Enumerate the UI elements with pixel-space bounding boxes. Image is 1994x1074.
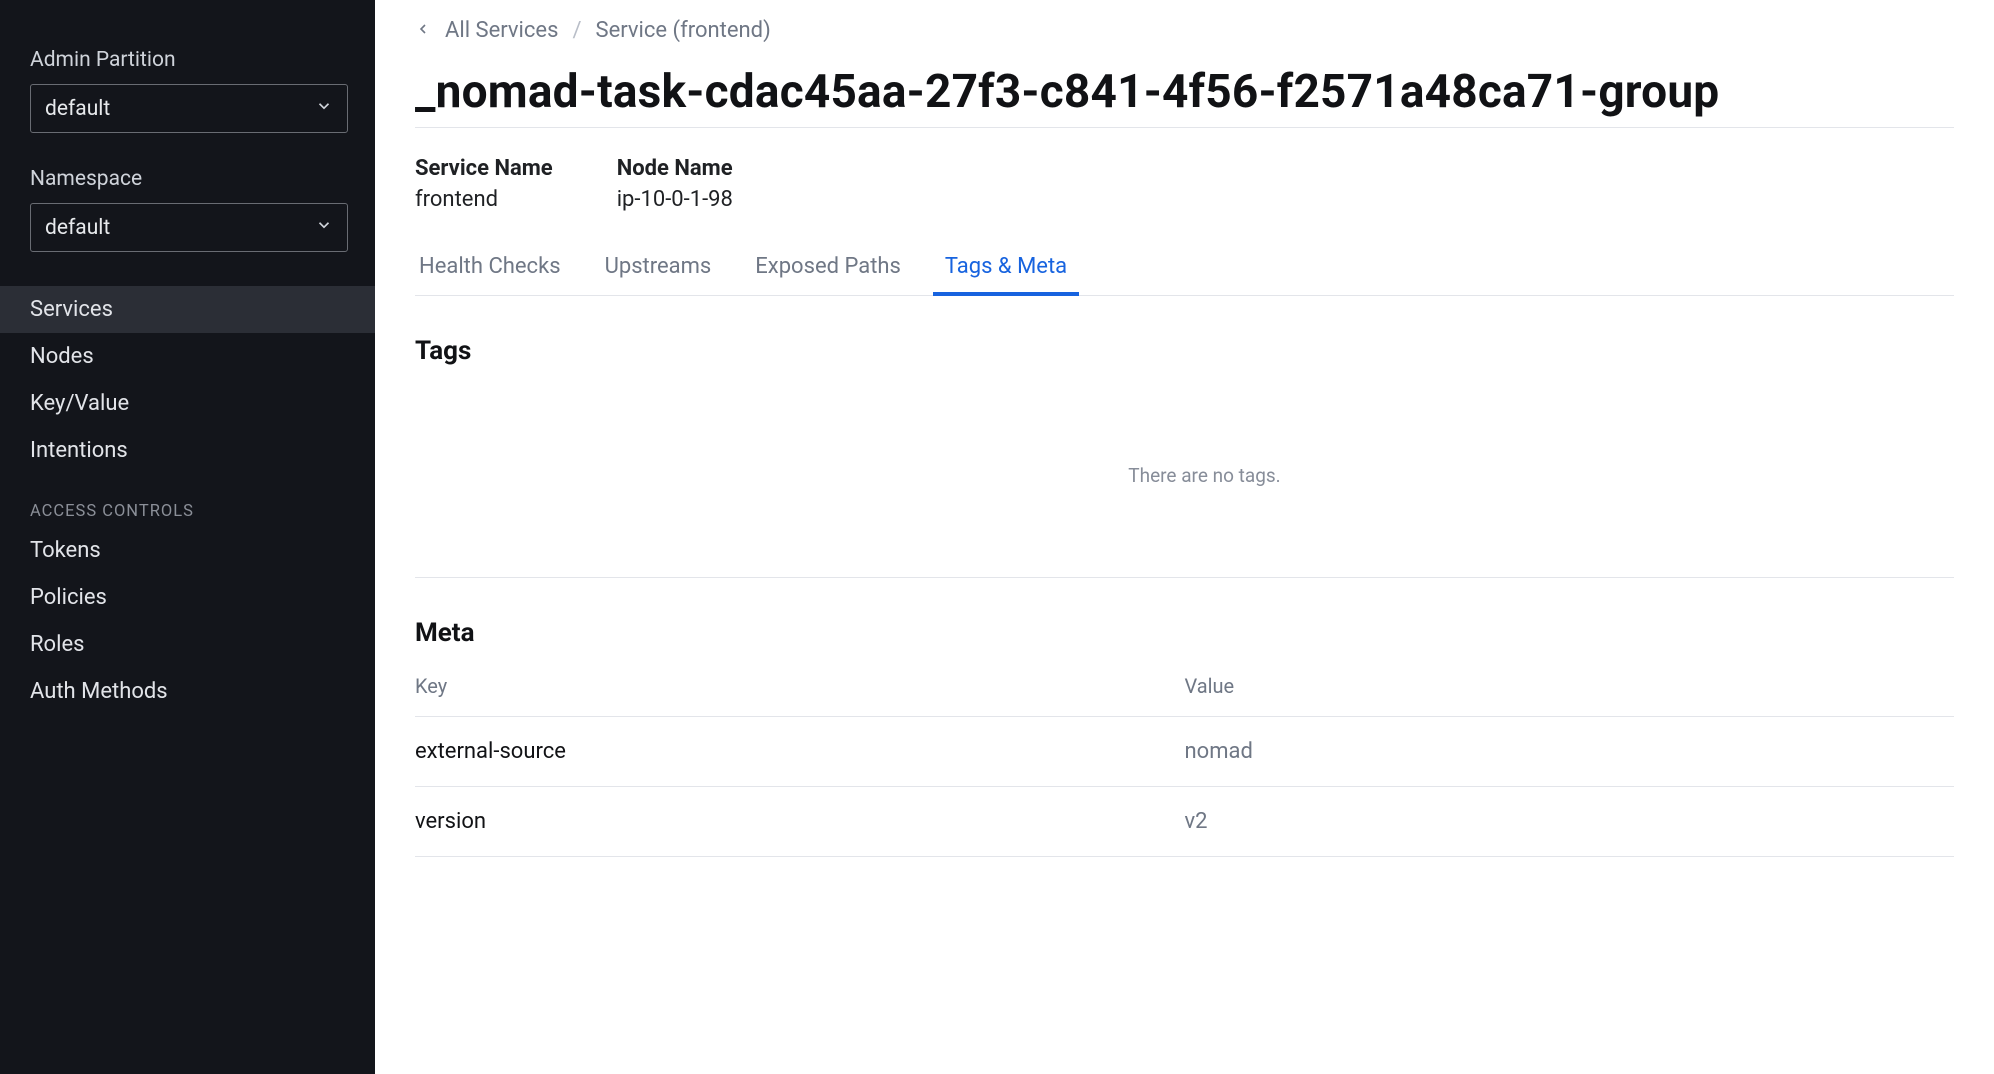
page-title: _nomad-task-cdac45aa-27f3-c841-4f56-f257…	[415, 65, 1994, 119]
chevron-down-icon	[315, 97, 333, 121]
admin-partition-label: Admin Partition	[30, 48, 345, 72]
tab-label: Exposed Paths	[755, 254, 901, 279]
sidebar-item-auth-methods[interactable]: Auth Methods	[0, 668, 375, 715]
node-name-value: ip-10-0-1-98	[617, 187, 733, 212]
admin-partition-select[interactable]: default	[30, 84, 348, 133]
main-content: All Services / Service (frontend) _nomad…	[375, 0, 1994, 1074]
sidebar-item-label: Key/Value	[30, 391, 129, 416]
table-row: external-source nomad	[415, 717, 1954, 787]
namespace-select[interactable]: default	[30, 203, 348, 252]
meta-value: nomad	[1185, 739, 1955, 764]
sidebar: Admin Partition default Namespace defaul…	[0, 0, 375, 1074]
tags-section-title: Tags	[415, 336, 1994, 366]
tab-exposed-paths[interactable]: Exposed Paths	[751, 240, 905, 295]
sidebar-item-label: Services	[30, 297, 113, 322]
namespace-value: default	[45, 216, 110, 240]
meta-value: v2	[1185, 809, 1955, 834]
sidebar-item-label: Auth Methods	[30, 679, 168, 704]
sidebar-item-label: Roles	[30, 632, 84, 657]
tabs: Health Checks Upstreams Exposed Paths Ta…	[415, 240, 1954, 296]
breadcrumb-separator: /	[572, 18, 581, 43]
meta-col-key: Key	[415, 674, 1185, 698]
chevron-left-icon[interactable]	[415, 18, 431, 43]
service-name-value: frontend	[415, 187, 553, 212]
sidebar-item-label: Tokens	[30, 538, 101, 563]
meta-key: version	[415, 809, 1185, 834]
breadcrumb-all-services[interactable]: All Services	[445, 18, 558, 43]
tab-label: Tags & Meta	[945, 254, 1067, 279]
sidebar-item-policies[interactable]: Policies	[0, 574, 375, 621]
meta-table-header: Key Value	[415, 656, 1954, 717]
sidebar-item-nodes[interactable]: Nodes	[0, 333, 375, 380]
meta-key: external-source	[415, 739, 1185, 764]
node-name-label: Node Name	[617, 156, 733, 181]
sidebar-item-label: Nodes	[30, 344, 94, 369]
sidebar-item-tokens[interactable]: Tokens	[0, 527, 375, 574]
breadcrumb-current: Service (frontend)	[596, 18, 771, 43]
sidebar-item-services[interactable]: Services	[0, 286, 375, 333]
breadcrumb: All Services / Service (frontend)	[415, 18, 1994, 43]
admin-partition-value: default	[45, 97, 110, 121]
node-name-block: Node Name ip-10-0-1-98	[617, 156, 733, 212]
sidebar-item-roles[interactable]: Roles	[0, 621, 375, 668]
primary-nav: Services Nodes Key/Value Intentions ACCE…	[0, 286, 375, 715]
chevron-down-icon	[315, 216, 333, 240]
meta-table: Key Value external-source nomad version …	[415, 656, 1954, 857]
sidebar-item-intentions[interactable]: Intentions	[0, 427, 375, 474]
access-controls-heading: ACCESS CONTROLS	[0, 474, 375, 527]
divider	[415, 577, 1954, 578]
tab-tags-meta[interactable]: Tags & Meta	[941, 240, 1071, 295]
sidebar-item-label: Intentions	[30, 438, 128, 463]
sidebar-item-key-value[interactable]: Key/Value	[0, 380, 375, 427]
tab-upstreams[interactable]: Upstreams	[601, 240, 716, 295]
tab-label: Health Checks	[419, 254, 561, 279]
namespace-label: Namespace	[30, 167, 345, 191]
table-row: version v2	[415, 787, 1954, 857]
tab-health-checks[interactable]: Health Checks	[415, 240, 565, 295]
meta-col-value: Value	[1185, 674, 1955, 698]
service-name-block: Service Name frontend	[415, 156, 553, 212]
tags-empty-message: There are no tags.	[415, 374, 1994, 577]
service-name-label: Service Name	[415, 156, 553, 181]
service-info-row: Service Name frontend Node Name ip-10-0-…	[415, 128, 1994, 240]
sidebar-item-label: Policies	[30, 585, 107, 610]
tab-label: Upstreams	[605, 254, 712, 279]
meta-section-title: Meta	[415, 618, 1994, 648]
